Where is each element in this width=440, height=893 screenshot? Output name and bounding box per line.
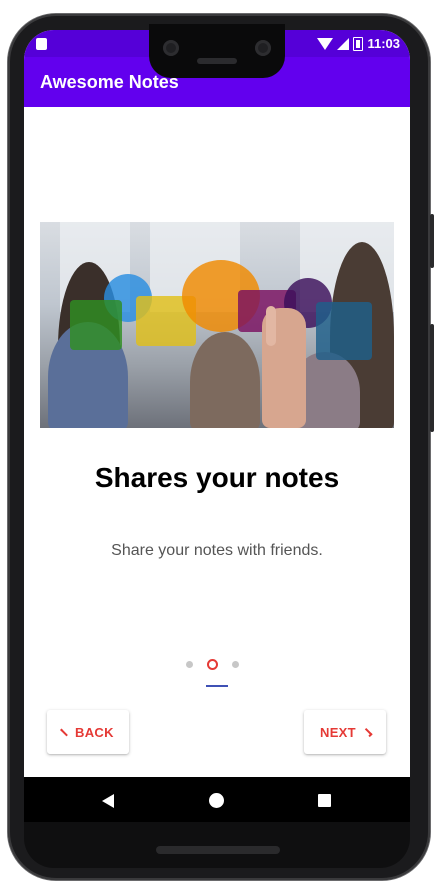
screen: 11:03 Awesome Notes Shares your notes Sh…	[24, 30, 410, 822]
page-dot-2-active[interactable]	[207, 659, 218, 670]
power-button	[430, 324, 434, 432]
back-button[interactable]: BACK	[47, 710, 129, 754]
bottom-speaker	[156, 846, 280, 854]
wifi-icon	[317, 37, 334, 50]
next-button-label: NEXT	[320, 724, 356, 740]
page-indicator-underline	[206, 685, 228, 687]
system-nav-bar	[24, 777, 410, 822]
app-title: Awesome Notes	[40, 72, 179, 92]
person-figure	[190, 332, 260, 428]
chevron-right-icon	[363, 727, 373, 737]
next-button[interactable]: NEXT	[304, 710, 386, 754]
chevron-left-icon	[60, 728, 68, 736]
earpiece-speaker	[197, 58, 237, 64]
nav-recents-icon[interactable]	[318, 794, 331, 807]
page-dot-3[interactable]	[232, 661, 239, 668]
page-dot-1[interactable]	[186, 661, 193, 668]
status-time: 11:03	[367, 36, 400, 51]
front-camera-icon	[163, 40, 179, 56]
onboarding-headline: Shares your notes	[94, 462, 340, 493]
onboarding-description: Share your notes with friends.	[111, 542, 323, 559]
volume-button	[430, 214, 434, 268]
status-icons: 11:03	[317, 36, 400, 51]
nav-back-icon[interactable]	[102, 794, 114, 808]
chat-bubble	[70, 300, 122, 350]
signal-icon	[337, 37, 350, 50]
phone-chin	[24, 822, 410, 868]
battery-icon	[353, 36, 364, 51]
display-notch	[149, 24, 285, 78]
chat-bubble	[316, 302, 372, 360]
people-chat-bubbles-illustration	[40, 222, 394, 428]
finger-tip	[266, 306, 276, 346]
sim-card-icon	[36, 38, 47, 50]
nav-home-icon[interactable]	[209, 793, 224, 808]
front-camera-icon	[255, 40, 271, 56]
page-indicator	[186, 659, 239, 670]
back-button-label: BACK	[75, 724, 114, 740]
